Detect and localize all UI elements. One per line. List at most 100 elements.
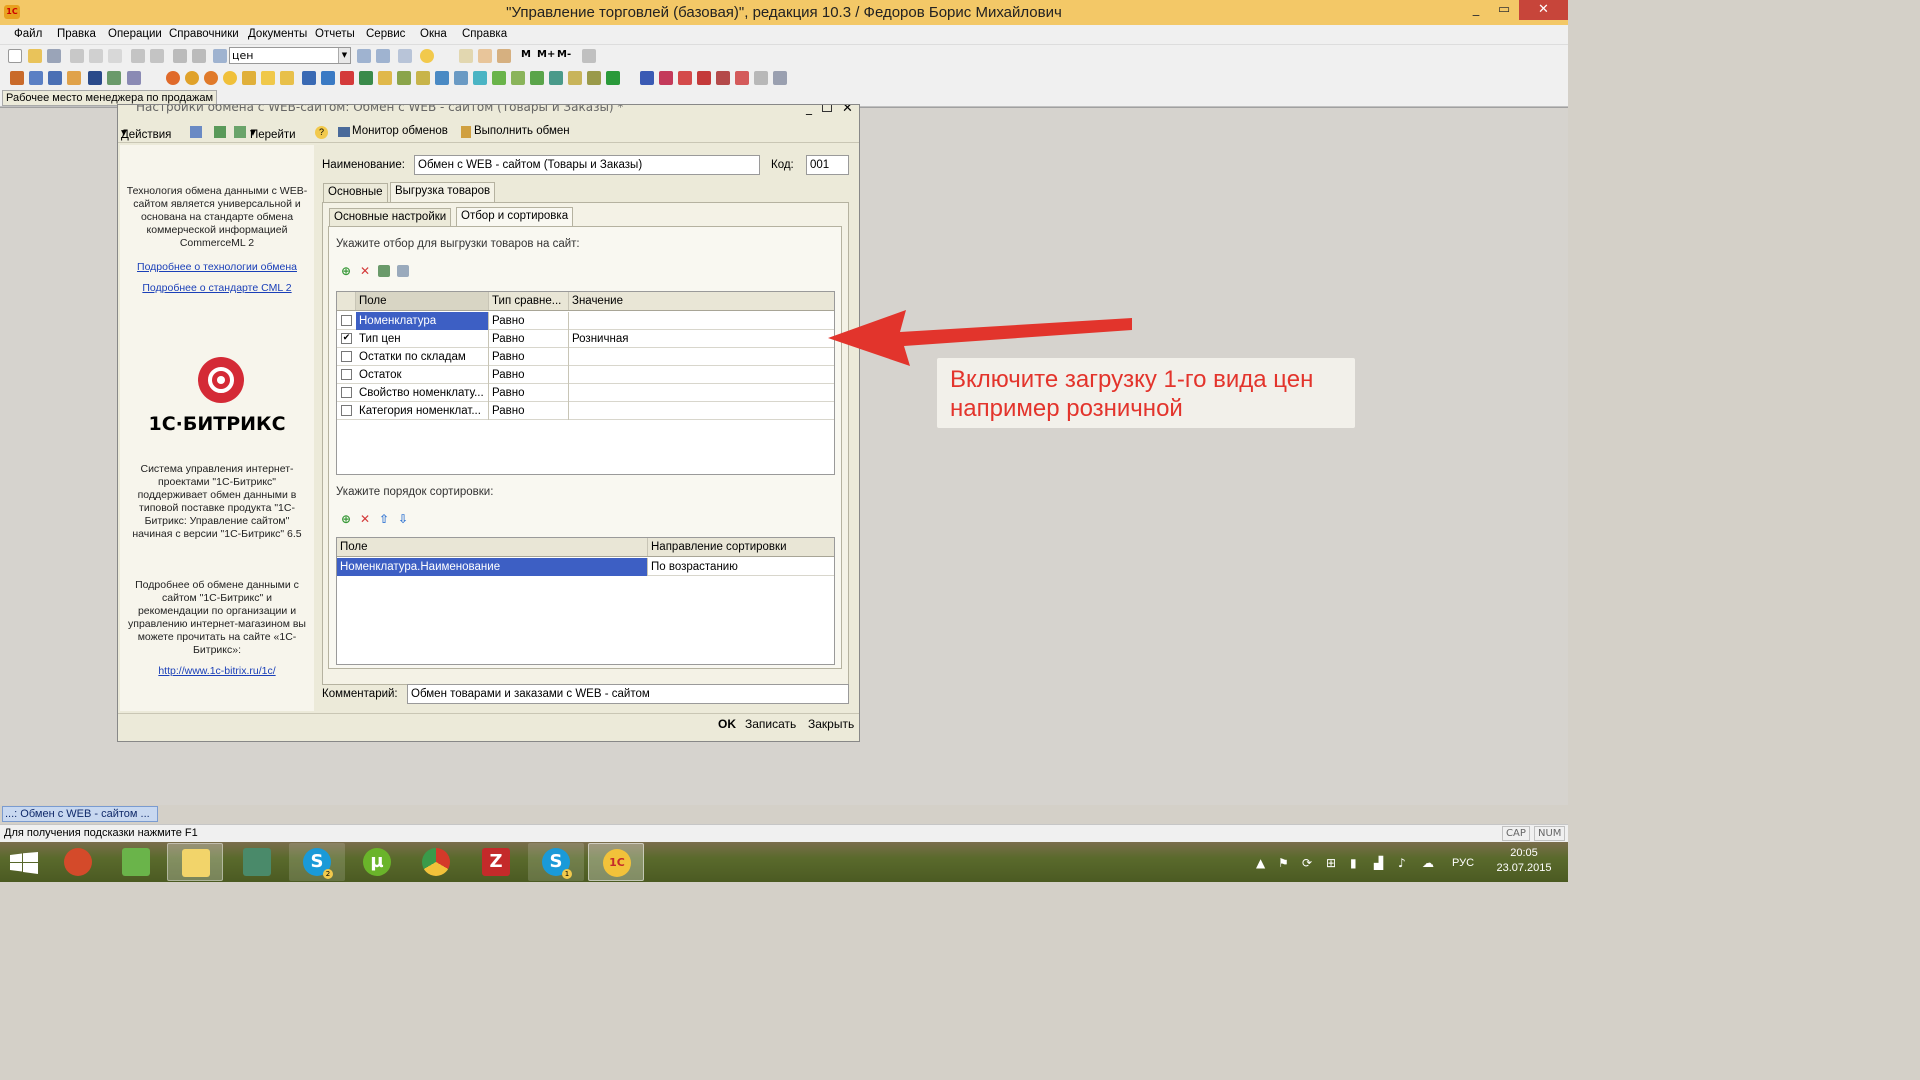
goto-menu[interactable]: Перейти ▾ — [250, 125, 296, 141]
documents-icon[interactable] — [29, 71, 43, 85]
nomenclature-icon[interactable] — [511, 71, 525, 85]
transfer-icon[interactable] — [321, 71, 335, 85]
delete-icon[interactable]: ✕ — [359, 265, 371, 277]
bitrix-url-link[interactable]: http://www.1c-bitrix.ru/1c/ — [126, 665, 308, 678]
print-icon[interactable] — [131, 49, 145, 63]
taskbar-notepad[interactable] — [108, 843, 164, 881]
taskbar-explorer[interactable] — [167, 843, 223, 881]
document-list-icon[interactable] — [48, 71, 62, 85]
window-icon[interactable] — [398, 49, 412, 63]
network-icon[interactable]: ▟ — [1374, 856, 1383, 870]
new-icon[interactable] — [8, 49, 22, 63]
row-checkbox-checked[interactable]: ✔ — [341, 333, 352, 344]
memory-add-button[interactable]: M+ — [537, 49, 555, 60]
open-icon[interactable] — [28, 49, 42, 63]
save-icon[interactable] — [47, 49, 61, 63]
add-sort-icon[interactable]: ⊕ — [340, 513, 352, 525]
journal-icon[interactable] — [10, 71, 24, 85]
header-comparison[interactable]: Тип сравне... — [489, 292, 569, 310]
goto-icon[interactable] — [234, 126, 246, 138]
structure-icon[interactable] — [88, 71, 102, 85]
header-value[interactable]: Значение — [569, 292, 834, 310]
refresh-icon[interactable] — [473, 71, 487, 85]
comment-field[interactable]: Обмен товарами и заказами с WEB - сайтом — [407, 684, 849, 704]
menu-references[interactable]: Справочники — [169, 28, 239, 40]
dialog-maximize-button[interactable] — [822, 105, 832, 112]
barcode-icon[interactable] — [587, 71, 601, 85]
menu-windows[interactable]: Окна — [420, 28, 447, 40]
technology-link[interactable]: Подробнее о технологии обмена — [126, 261, 308, 274]
money-icon[interactable] — [606, 71, 620, 85]
row-checkbox[interactable] — [341, 351, 352, 362]
tasks-icon[interactable] — [697, 71, 711, 85]
save-button[interactable]: Записать — [745, 717, 796, 731]
tab-goods-export[interactable]: Выгрузка товаров — [390, 182, 496, 202]
settings-icon[interactable] — [735, 71, 749, 85]
sale-icon[interactable] — [166, 71, 180, 85]
actions-menu[interactable]: Действия ▾ — [121, 125, 171, 141]
series-icon[interactable] — [549, 71, 563, 85]
payment-icon[interactable] — [223, 71, 237, 85]
writeoff-icon[interactable] — [340, 71, 354, 85]
calculator-icon[interactable] — [459, 49, 473, 63]
posting-icon[interactable] — [359, 71, 373, 85]
table-row[interactable]: Остаток Равно — [337, 366, 834, 384]
price-icon[interactable] — [435, 71, 449, 85]
table-row[interactable]: Категория номенклат... Равно — [337, 402, 834, 420]
preview-icon[interactable] — [150, 49, 164, 63]
taskbar-skype-2[interactable]: S 1 — [528, 843, 584, 881]
taskbar-recycle[interactable] — [229, 843, 285, 881]
tools-icon[interactable] — [582, 49, 596, 63]
edit-icon[interactable] — [378, 265, 390, 277]
purchase-icon[interactable] — [302, 71, 316, 85]
search-input[interactable]: цен — [229, 47, 351, 64]
taskbar-filezilla[interactable]: Z — [468, 843, 524, 881]
add-icon[interactable]: ⊕ — [340, 265, 352, 277]
header-sort-direction[interactable]: Направление сортировки — [648, 538, 834, 556]
save-icon[interactable] — [190, 126, 202, 138]
inventory-icon[interactable] — [378, 71, 392, 85]
characteristics-icon[interactable] — [530, 71, 544, 85]
help-icon[interactable]: ? — [315, 126, 328, 139]
header-sort-field[interactable]: Поле — [337, 538, 648, 556]
warehouse-icon[interactable] — [416, 71, 430, 85]
users-icon[interactable] — [716, 71, 730, 85]
tray-expand-icon[interactable]: ▲ — [1256, 856, 1265, 870]
execute-exchange-button[interactable]: Выполнить обмен — [474, 125, 570, 137]
find-prev-icon[interactable] — [376, 49, 390, 63]
tab-main[interactable]: Основные — [323, 183, 388, 202]
chart-icon[interactable] — [127, 71, 141, 85]
menu-documents[interactable]: Документы — [248, 28, 307, 40]
memory-button[interactable]: M — [521, 49, 531, 60]
search-dropdown-icon[interactable]: ▼ — [338, 48, 350, 63]
close-dialog-button[interactable]: Закрыть — [808, 717, 854, 731]
memory-sub-button[interactable]: M- — [557, 49, 571, 60]
tab-filter-sorting[interactable]: Отбор и сортировка — [456, 207, 574, 227]
order-icon[interactable] — [185, 71, 199, 85]
table-row[interactable]: Номенклатура.Наименование По возрастанию — [337, 558, 834, 576]
row-checkbox[interactable] — [341, 405, 352, 416]
row-checkbox[interactable] — [341, 315, 352, 326]
code-field[interactable]: 001 — [806, 155, 849, 175]
language-indicator[interactable]: РУС — [1452, 857, 1474, 869]
move-up-icon[interactable]: ⇧ — [378, 513, 390, 525]
events-icon[interactable] — [678, 71, 692, 85]
menu-reports[interactable]: Отчеты — [315, 28, 355, 40]
row-checkbox[interactable] — [341, 369, 352, 380]
windows-start-icon[interactable] — [10, 852, 38, 874]
price-list-icon[interactable] — [454, 71, 468, 85]
delete-sort-icon[interactable]: ✕ — [359, 513, 371, 525]
taskbar-skype[interactable]: S 2 — [289, 843, 345, 881]
dialog-close-button[interactable]: ✕ — [842, 105, 853, 116]
contractors-icon[interactable] — [640, 71, 654, 85]
list-icon[interactable] — [754, 71, 768, 85]
volume-icon[interactable]: ♪ — [1398, 856, 1406, 870]
taskbar-ccleaner[interactable] — [50, 843, 106, 881]
dialog-minimize-button[interactable]: _ — [806, 105, 812, 115]
find-next-icon[interactable] — [357, 49, 371, 63]
redo-icon[interactable] — [192, 49, 206, 63]
stock-icon[interactable] — [397, 71, 411, 85]
menu-file[interactable]: Файл — [14, 28, 42, 40]
menu-help[interactable]: Справка — [462, 28, 507, 40]
sync-icon[interactable]: ⟳ — [1302, 856, 1312, 870]
